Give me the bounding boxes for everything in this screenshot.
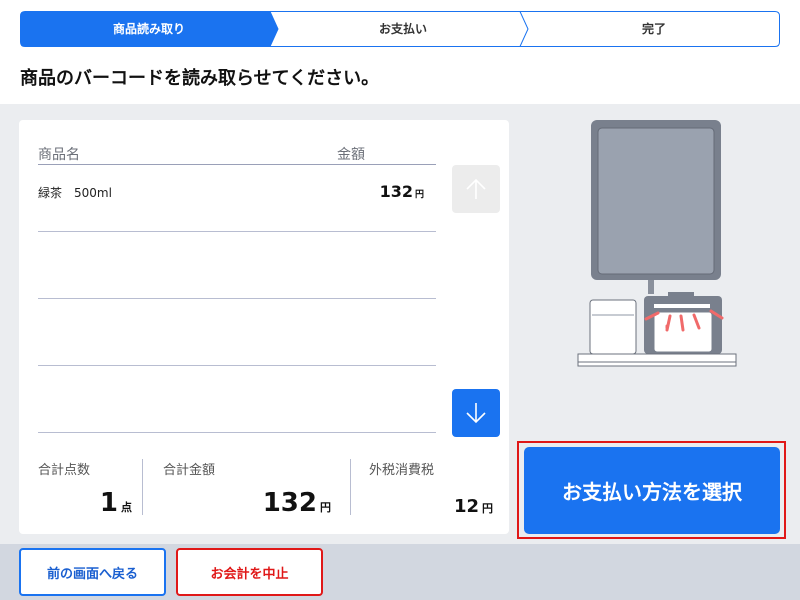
total-amount-label: 合計金額 [163,463,216,478]
scroll-down-button[interactable] [452,389,500,437]
item-price-value: 132 [379,182,413,201]
total-amount: 132 円 [163,488,331,518]
tax-unit: 円 [482,502,493,515]
page-title: 商品のバーコードを読み取らせてください。 [20,68,380,89]
total-count-value: 1 [99,488,118,518]
select-payment-method-button[interactable]: お支払い方法を選択 [524,447,780,534]
tax-label: 外税消費税 [369,463,435,478]
tax-value: 12 [453,496,479,517]
arrow-up-icon [466,178,486,199]
header: 商品読み取り お支払い 完了 商品のバーコードを読み取らせてください。 [0,0,800,104]
step-payment: お支払い [378,22,427,36]
column-header-amount: 金額 [337,147,365,163]
total-count-label: 合計点数 [38,463,91,478]
item-list-panel: 商品名 金額 緑茶 500ml 132 円 合計点数 1点 合計金額 132 円 外… [19,120,509,534]
step-scan: 商品読み取り [112,22,185,36]
header-divider [38,164,436,165]
kiosk-illustration [577,120,737,367]
item-name: 緑茶 500ml [38,186,112,200]
row-divider [38,298,436,299]
summary-divider [350,459,351,515]
item-price: 132 円 [380,182,424,201]
total-amount-value: 132 [262,488,317,518]
total-amount-unit: 円 [320,501,331,514]
column-header-name: 商品名 [38,147,80,163]
row-divider [38,365,436,366]
summary-divider [142,459,143,515]
progress-steps: 商品読み取り お支払い 完了 [20,11,780,47]
arrow-down-icon [466,403,486,424]
step-complete: 完了 [641,22,666,36]
row-divider [38,432,436,433]
scroll-up-button[interactable] [452,165,500,213]
tax-amount: 12 円 [369,496,493,517]
back-button[interactable]: 前の画面へ戻る [19,548,166,596]
total-count-unit: 点 [121,501,132,514]
item-price-unit: 円 [414,190,424,200]
row-divider [38,231,436,232]
cancel-checkout-button[interactable]: お会計を中止 [176,548,323,596]
total-count: 1点 [38,488,132,518]
